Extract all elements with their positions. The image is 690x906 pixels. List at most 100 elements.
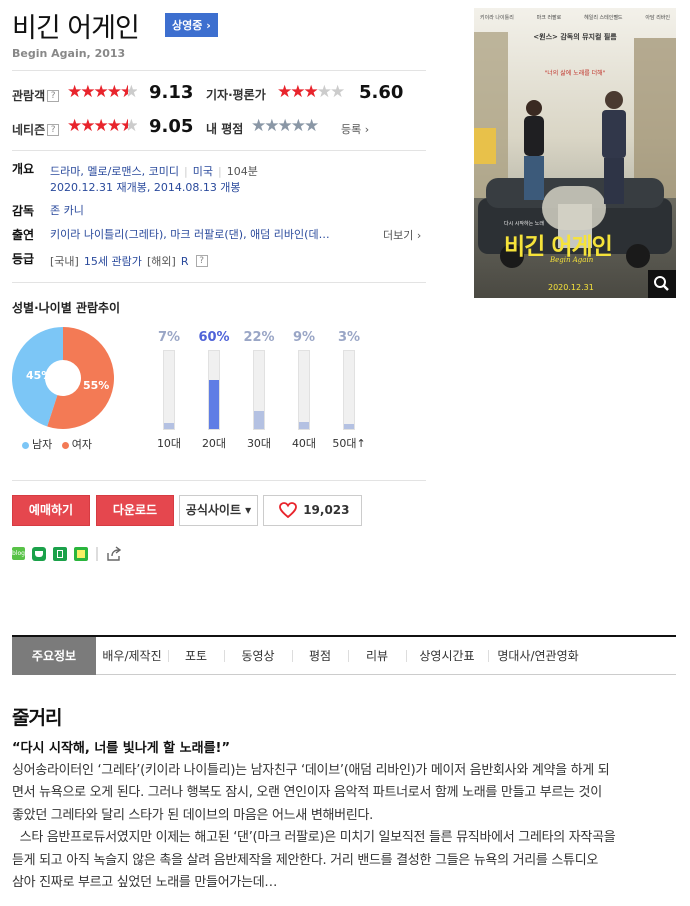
- age-percent-label: 22%: [243, 330, 275, 345]
- original-title: Begin Again, 2013: [12, 47, 126, 60]
- tab-5[interactable]: 리뷰: [348, 637, 406, 675]
- movie-poster[interactable]: 키이라 나이틀리 마크 러팔로 헤일리 스테인펠드 아담 리바인 <원스> 감독의 뮤…: [474, 8, 676, 298]
- age-category-label: 40대: [291, 437, 317, 450]
- legend-male: 남자: [22, 438, 52, 451]
- cast-more-link[interactable]: 더보기 ›: [383, 227, 421, 243]
- runtime: 104분: [226, 165, 258, 178]
- age-bar: [209, 380, 219, 429]
- age-bar: [344, 424, 354, 429]
- grade-overseas-prefix: [해외]: [147, 255, 176, 268]
- genre-links[interactable]: 드라마, 멜로/로맨스, 코미디: [50, 165, 179, 178]
- tab-0[interactable]: 주요정보: [12, 637, 96, 675]
- cast-label: 출연: [12, 228, 35, 242]
- age-category-label: 10대: [156, 437, 182, 450]
- reserve-button[interactable]: 예매하기: [12, 495, 90, 526]
- like-button[interactable]: 19,023: [263, 495, 362, 526]
- poster-director-line: <원스> 감독의 뮤지컬 필름: [533, 33, 617, 41]
- bookmark-icon[interactable]: [53, 547, 67, 561]
- poster-zoom-button[interactable]: [648, 270, 676, 298]
- official-site-dropdown[interactable]: 공식사이트 ▾: [179, 495, 258, 526]
- tab-3[interactable]: 동영상: [224, 637, 292, 675]
- netizen-score: 9.05: [149, 116, 194, 137]
- netizen-label: 네티즌: [12, 123, 46, 137]
- status-badge[interactable]: 상영중 ›: [165, 13, 218, 37]
- age-bar-track: [253, 350, 265, 430]
- age-category-label: 20대: [201, 437, 227, 450]
- grade-overseas-link[interactable]: R: [181, 255, 189, 268]
- my-rating-label: 내 평점: [206, 122, 244, 136]
- heart-icon: [279, 501, 297, 518]
- age-bar-track: [343, 350, 355, 430]
- overview-label: 개요: [12, 162, 35, 176]
- age-percent-label: 7%: [157, 330, 181, 345]
- age-bar-track: [163, 350, 175, 430]
- my-rating-stars[interactable]: ★★★★★: [251, 118, 319, 135]
- tab-6[interactable]: 상영시간표: [406, 637, 488, 675]
- legend-female: 여자: [61, 438, 92, 451]
- movie-title: 비긴 어게인: [12, 13, 140, 44]
- memo-icon[interactable]: [74, 547, 88, 561]
- divider: [12, 282, 426, 283]
- age-percent-label: 9%: [292, 330, 316, 345]
- like-count: 19,023: [303, 503, 350, 517]
- chart-title: 성별·나이별 관람추이: [12, 301, 121, 315]
- download-button[interactable]: 다운로드: [96, 495, 174, 526]
- age-bar: [254, 411, 264, 429]
- poster-date: 2020.12.31: [548, 283, 594, 292]
- story-heading: 줄거리: [12, 707, 62, 729]
- age-bar-track: [298, 350, 310, 430]
- audience-label: 관람객: [12, 89, 46, 103]
- gender-donut-chart: 45% 55%: [12, 327, 114, 429]
- netizen-rating: 네티즌?: [12, 119, 60, 138]
- age-percent-label: 3%: [337, 330, 361, 345]
- story-quote: “다시 시작해, 너를 빛나게 할 노래를!”: [12, 741, 231, 756]
- tab-bar: 주요정보 배우/제작진 포토 동영상 평점 리뷰 상영시간표 명대사/연관영화: [12, 635, 676, 675]
- share-icon[interactable]: [106, 546, 122, 562]
- critic-stars: ★★★★★: [277, 82, 345, 102]
- critic-label: 기자·평론가: [206, 88, 266, 102]
- grade-domestic-link[interactable]: 15세 관람가: [84, 255, 142, 268]
- male-percent-label: 45%: [26, 369, 52, 382]
- director-link[interactable]: 존 카니: [50, 202, 84, 218]
- age-bar-chart: 7% 10대 60% 20대 22% 30대 9% 40대 3% 50대↑: [150, 327, 380, 452]
- help-icon[interactable]: ?: [47, 123, 60, 136]
- audience-rating: 관람객?: [12, 85, 60, 104]
- poster-title-en: Begin Again: [550, 256, 594, 264]
- poster-tagline: "너의 삶에 노래를 더해": [544, 70, 606, 77]
- grade-label: 등급: [12, 252, 35, 266]
- age-bar-track: [208, 350, 220, 430]
- cafe-icon[interactable]: [32, 547, 46, 561]
- critic-score: 5.60: [359, 82, 404, 103]
- audience-score: 9.13: [149, 82, 194, 103]
- tab-7[interactable]: 명대사/연관영화: [488, 637, 588, 675]
- separator: [96, 547, 98, 561]
- blog-icon[interactable]: blog: [12, 547, 25, 560]
- story-body: 싱어송라이터인 ‘그레타’(키이라 나이틀리)는 남자친구 ‘데이브’(애덤 리…: [12, 763, 616, 891]
- country-link[interactable]: 미국: [193, 165, 213, 178]
- tab-4[interactable]: 평점: [292, 637, 348, 675]
- netizen-stars: ★★★★★★: [67, 116, 137, 136]
- female-percent-label: 55%: [83, 379, 109, 392]
- age-bar: [299, 422, 309, 429]
- my-rating-register-link[interactable]: 등록 ›: [341, 121, 369, 137]
- age-percent-label: 60%: [198, 330, 230, 345]
- age-category-label: 50대↑: [332, 437, 366, 450]
- age-bar: [164, 423, 174, 429]
- divider: [12, 150, 426, 151]
- help-icon[interactable]: ?: [195, 254, 208, 267]
- grade-values: [국내] 15세 관람가 [해외] R ?: [50, 250, 208, 269]
- divider: [12, 480, 426, 481]
- help-icon[interactable]: ?: [47, 89, 60, 102]
- overview-values: 드라마, 멜로/로맨스, 코미디 | 미국 | 104분: [50, 165, 258, 178]
- audience-stars: ★★★★★★: [67, 82, 137, 102]
- tab-1[interactable]: 배우/제작진: [96, 637, 168, 675]
- age-category-label: 30대: [246, 437, 272, 450]
- tab-2[interactable]: 포토: [168, 637, 224, 675]
- director-label: 감독: [12, 204, 35, 218]
- divider: [12, 70, 426, 71]
- poster-credits: 키이라 나이틀리 마크 러팔로 헤일리 스테인펠드 아담 리바인: [480, 15, 670, 21]
- cast-links[interactable]: 키이라 나이틀리(그레타), 마크 러팔로(댄), 애덤 리바인(데…: [50, 226, 330, 242]
- poster-small-line: 다시 시작하는 노래: [504, 221, 544, 227]
- search-icon: [654, 276, 669, 291]
- release-dates[interactable]: 2020.12.31 재개봉, 2014.08.13 개봉: [50, 179, 241, 195]
